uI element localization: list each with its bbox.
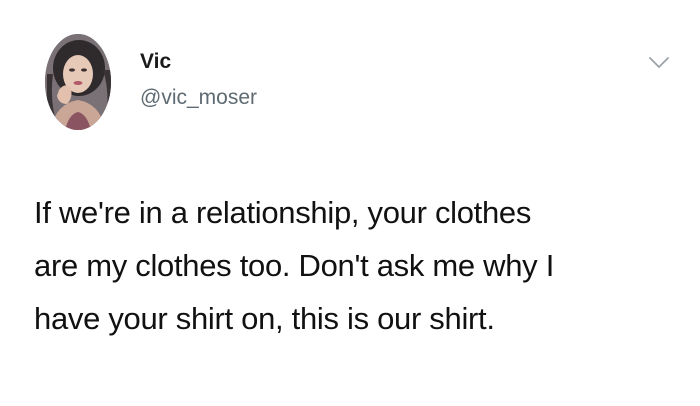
tweet-text-line: If we're in a relationship, your clothes [34, 195, 532, 230]
chevron-down-icon[interactable] [648, 56, 670, 70]
tweet-text-line: have your shirt on, this is our shirt. [34, 301, 495, 336]
tweet-text-line: are my clothes too. Don't ask me why I [34, 248, 555, 283]
avatar[interactable] [45, 34, 111, 130]
profile-photo-icon [45, 34, 111, 130]
author-display-name[interactable]: Vic [140, 50, 171, 74]
tweet-text: If we're in a relationship, your clothes… [34, 186, 684, 345]
author-handle[interactable]: @vic_moser [140, 86, 257, 110]
tweet-card: Vic @vic_moser If we're in a relationshi… [0, 0, 700, 406]
